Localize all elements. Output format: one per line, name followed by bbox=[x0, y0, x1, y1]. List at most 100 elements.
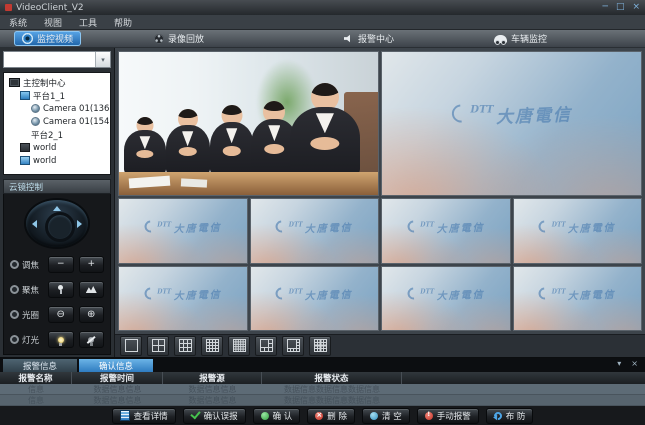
delete-icon bbox=[315, 412, 323, 420]
light-on-button[interactable] bbox=[48, 331, 74, 348]
layout-8-button[interactable] bbox=[282, 336, 304, 356]
watermark-brand: DTT bbox=[420, 221, 434, 228]
删除-button[interactable]: 删 除 bbox=[307, 408, 355, 424]
person-figure bbox=[166, 109, 210, 175]
clear-icon bbox=[370, 412, 378, 420]
nav-tab-label: 车辆监控 bbox=[511, 32, 547, 45]
tree-item[interactable]: Camera 01(154) bbox=[6, 115, 108, 128]
nav-tab-label: 录像回放 bbox=[168, 32, 204, 45]
collapse-panel-icon[interactable]: ▾ bbox=[617, 360, 621, 368]
nav-tab[interactable]: 监控视频 bbox=[14, 31, 81, 46]
layout-1-button[interactable] bbox=[120, 336, 142, 356]
watermark-text: 大唐電信 bbox=[495, 100, 572, 128]
nav-tab[interactable]: 报警中心 bbox=[336, 31, 402, 46]
tree-item-label: world bbox=[33, 143, 56, 153]
close-button[interactable]: × bbox=[632, 3, 640, 12]
camera-icon bbox=[31, 104, 40, 113]
ptz-left-icon[interactable] bbox=[32, 220, 37, 228]
table-row[interactable]: 信息数据信息信息数据信息信息数据信息数据信息数据信息 bbox=[0, 395, 645, 406]
layout-16-button[interactable] bbox=[201, 336, 223, 356]
tree-item[interactable]: world bbox=[6, 141, 108, 154]
tree-item[interactable]: world bbox=[6, 154, 108, 167]
crescent-icon bbox=[142, 218, 159, 235]
video-tile-placeholder[interactable]: DTT大唐電信 bbox=[513, 266, 643, 331]
手动报警-button[interactable]: 手动报警 bbox=[417, 408, 479, 424]
zoom-out-button[interactable] bbox=[48, 256, 74, 273]
person-figure bbox=[210, 105, 254, 175]
layout-25-button[interactable] bbox=[228, 336, 250, 356]
查看详情-button[interactable]: 查看详情 bbox=[112, 408, 176, 424]
manual-alarm-icon bbox=[425, 412, 433, 420]
zoom-in-button[interactable] bbox=[79, 256, 105, 273]
action-button-label: 手动报警 bbox=[437, 410, 471, 422]
ptz-center-icon[interactable] bbox=[45, 212, 75, 242]
ptz-up-icon[interactable] bbox=[53, 206, 61, 211]
video-tile-placeholder[interactable]: DTT大唐電信 bbox=[513, 198, 643, 263]
确认误报-button[interactable]: 确认误报 bbox=[183, 408, 246, 424]
menu-item[interactable]: 帮助 bbox=[114, 16, 132, 29]
alarm-tab[interactable]: 报警信息 bbox=[3, 359, 77, 372]
确认-button[interactable]: 确 认 bbox=[253, 408, 301, 424]
menu-item[interactable]: 系统 bbox=[9, 16, 27, 29]
minimize-button[interactable]: ─ bbox=[603, 3, 608, 12]
watermark-brand: DTT bbox=[289, 288, 303, 295]
menu-item[interactable]: 工具 bbox=[79, 16, 97, 29]
layout-13-button[interactable] bbox=[309, 336, 331, 356]
nav-tab[interactable]: 录像回放 bbox=[146, 31, 212, 46]
alarm-action-bar: 查看详情确认误报 确 认 删 除清 空 手动报警 布 防 bbox=[0, 406, 645, 425]
watermark-brand: DTT bbox=[470, 104, 493, 115]
alarm-table-header: 报警名称报警时间报警源报警状态 bbox=[0, 372, 645, 384]
布防-button[interactable]: 布 防 bbox=[486, 408, 534, 424]
layout-4-button[interactable] bbox=[147, 336, 169, 356]
watermark-logo: DTT大唐電信 bbox=[407, 286, 484, 301]
video-tile-placeholder[interactable]: DTT大唐電信 bbox=[118, 266, 248, 331]
video-tile-live[interactable] bbox=[118, 51, 379, 196]
focus-far-button[interactable] bbox=[79, 281, 105, 298]
app-logo-icon bbox=[5, 4, 12, 11]
video-tile-placeholder[interactable]: DTT大唐電信 bbox=[381, 198, 511, 263]
video-tile-placeholder[interactable]: DTT大唐電信 bbox=[381, 266, 511, 331]
watermark-brand: DTT bbox=[552, 288, 566, 295]
action-button-label: 确 认 bbox=[273, 410, 293, 422]
tree-item[interactable]: 平台2_1 bbox=[6, 128, 108, 141]
plus-icon bbox=[87, 260, 95, 269]
ptz-dpad[interactable] bbox=[26, 200, 88, 247]
chevron-down-icon[interactable]: ▾ bbox=[95, 52, 110, 67]
iris-close-button[interactable] bbox=[48, 306, 74, 323]
focus-near-button[interactable] bbox=[48, 281, 74, 298]
camera-icon bbox=[31, 117, 40, 126]
layout-13-icon bbox=[314, 337, 327, 356]
清空-button[interactable]: 清 空 bbox=[362, 408, 410, 424]
video-grid: DTT大唐電信DTT大唐電信DTT大唐電信DTT大唐電信DTT大唐電信DTT大唐… bbox=[115, 48, 645, 334]
nav-tab[interactable]: 车辆监控 bbox=[486, 31, 555, 46]
menu-item[interactable]: 视图 bbox=[44, 16, 62, 29]
video-tile-placeholder[interactable]: DTT大唐電信 bbox=[250, 198, 380, 263]
layout-9-button[interactable] bbox=[174, 336, 196, 356]
light-ring-icon bbox=[10, 335, 19, 344]
nav-tab-label: 监控视频 bbox=[37, 32, 73, 45]
tree-item[interactable]: 主控制中心 bbox=[6, 76, 108, 89]
table-cell: 数据信息数据信息数据信息 bbox=[262, 384, 402, 394]
alarm-tab[interactable]: 确认信息 bbox=[79, 359, 153, 372]
far-icon bbox=[86, 286, 97, 293]
video-tile-placeholder[interactable]: DTT大唐電信 bbox=[250, 266, 380, 331]
light-off-button[interactable] bbox=[79, 331, 105, 348]
tree-item[interactable]: 平台1_1 bbox=[6, 89, 108, 102]
layout-25-icon bbox=[233, 337, 246, 356]
video-tile-placeholder[interactable]: DTT大唐電信 bbox=[381, 51, 642, 196]
watermark-brand: DTT bbox=[289, 221, 303, 228]
maximize-button[interactable]: □ bbox=[616, 3, 625, 12]
tree-item[interactable]: Camera 01(136) bbox=[6, 102, 108, 115]
ptz-panel-header: 云镜控制 bbox=[3, 179, 111, 194]
device-combo-value[interactable] bbox=[4, 52, 95, 67]
layout-6-button[interactable] bbox=[255, 336, 277, 356]
iris-open-button[interactable] bbox=[79, 306, 105, 323]
table-row[interactable]: 信息数据信息信息数据信息信息数据信息数据信息数据信息 bbox=[0, 384, 645, 395]
close-panel-icon[interactable]: × bbox=[631, 360, 638, 368]
nav-tab-bar: 监控视频 录像回放 报警中心 车辆监控 bbox=[0, 30, 645, 48]
bulb-on-icon bbox=[58, 337, 64, 343]
video-tile-placeholder[interactable]: DTT大唐電信 bbox=[118, 198, 248, 263]
ptz-right-icon[interactable] bbox=[77, 220, 82, 228]
watermark-logo: DTT大唐電信 bbox=[539, 286, 616, 301]
device-combo[interactable]: ▾ bbox=[3, 51, 111, 68]
